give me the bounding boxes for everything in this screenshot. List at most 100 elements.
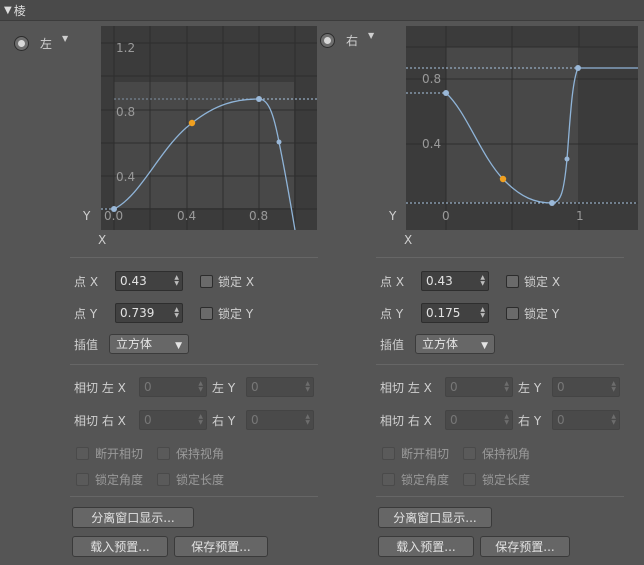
left-ytick: 0.8 [116, 105, 135, 119]
left-tangent-right-x-input[interactable]: 0 ▲ ▼ [139, 410, 207, 430]
chevron-down-icon: ▼ [481, 341, 488, 351]
right-ytick: 0.8 [422, 72, 441, 86]
right-tangent-right-x-label: 相切 右 X [380, 414, 432, 428]
right-tangent-right-x-input[interactable]: 0 ▲ ▼ [445, 410, 513, 430]
right-divider [376, 364, 624, 365]
right-interp-label: 插值 [380, 338, 405, 352]
left-tangent-left-x-input[interactable]: 0 ▲ ▼ [139, 377, 207, 397]
left-keep-view-checkbox[interactable] [157, 447, 170, 460]
right-lock-y-label: 锁定 Y [524, 307, 560, 321]
left-left-y-input[interactable]: 0 ▲ ▼ [246, 377, 314, 397]
left-xtick: 0.8 [249, 209, 268, 223]
right-lock-length-label: 锁定长度 [482, 473, 531, 487]
left-xtick: 0.4 [177, 209, 196, 223]
left-ytick: 0.4 [116, 170, 135, 184]
left-break-tangent-label: 断开相切 [95, 447, 144, 461]
chevron-down-icon: ▼ [175, 341, 182, 351]
left-lock-angle-checkbox[interactable] [76, 473, 89, 486]
left-menu-triangle-icon[interactable]: ▼ [62, 34, 68, 43]
right-menu-triangle-icon[interactable]: ▼ [368, 31, 374, 40]
right-divider [376, 257, 624, 258]
right-lock-angle-checkbox[interactable] [382, 473, 395, 486]
left-divider [70, 496, 318, 497]
right-lock-angle-label: 锁定角度 [401, 473, 450, 487]
left-tangent-handle[interactable] [276, 139, 282, 145]
left-ytick: 1.2 [116, 41, 135, 55]
section-title: 棱 [13, 3, 26, 18]
right-tangent-handle[interactable] [564, 156, 570, 162]
left-xtick: 0.0 [104, 209, 123, 223]
right-point-y-input[interactable]: 0.175 ▲ ▼ [421, 303, 489, 323]
right-keep-view-label: 保持视角 [482, 447, 531, 461]
right-left-y-input[interactable]: 0 ▲ ▼ [552, 377, 620, 397]
left-curve-point-peak[interactable] [256, 96, 262, 102]
right-lock-length-checkbox[interactable] [463, 473, 476, 486]
right-load-preset-button[interactable]: 载入预置... [378, 536, 474, 557]
right-lock-x-label: 锁定 X [524, 275, 561, 289]
right-point-y-label: 点 Y [380, 307, 404, 321]
left-point-x-label: 点 X [74, 275, 99, 289]
right-radio-button[interactable] [320, 33, 335, 48]
right-title: 右 [346, 34, 359, 48]
left-interp-dropdown[interactable]: 立方体 ▼ [109, 334, 189, 354]
left-right-y-input[interactable]: 0 ▲ ▼ [246, 410, 314, 430]
right-curve-point-selected[interactable] [499, 175, 507, 183]
right-axis-y-label: Y [389, 209, 397, 223]
right-curve-point-start[interactable] [443, 90, 449, 96]
right-curve-panel: 右 ▼ 0.8 0.4 0 1 Y X 点 X 0.43 ▲ ▼ 锁定 X 点 Y [306, 22, 638, 565]
left-right-y-label: 右 Y [212, 414, 236, 428]
right-tangent-left-x-input[interactable]: 0 ▲ ▼ [445, 377, 513, 397]
left-lock-x-checkbox[interactable] [200, 275, 213, 288]
right-right-y-input[interactable]: 0 ▲ ▼ [552, 410, 620, 430]
left-divider [70, 364, 318, 365]
left-lock-y-label: 锁定 Y [218, 307, 254, 321]
right-detach-window-button[interactable]: 分离窗口显示... [378, 507, 492, 528]
left-load-preset-button[interactable]: 载入预置... [72, 536, 168, 557]
left-radio-button[interactable] [14, 36, 29, 51]
left-point-y-input[interactable]: 0.739 ▲ ▼ [115, 303, 183, 323]
left-lock-y-checkbox[interactable] [200, 307, 213, 320]
right-interp-dropdown[interactable]: 立方体 ▼ [415, 334, 495, 354]
left-divider [70, 257, 318, 258]
left-break-tangent-checkbox[interactable] [76, 447, 89, 460]
right-left-y-label: 左 Y [518, 381, 542, 395]
right-point-x-label: 点 X [380, 275, 405, 289]
collapse-triangle-icon[interactable]: ▼ [4, 5, 12, 16]
right-keep-view-checkbox[interactable] [463, 447, 476, 460]
left-curve-graph[interactable]: 1.2 0.8 0.4 0.0 0.4 0.8 [101, 26, 317, 230]
right-right-y-label: 右 Y [518, 414, 542, 428]
left-axis-y-label: Y [83, 209, 91, 223]
right-curve-graph[interactable]: 0.8 0.4 0 1 [406, 26, 638, 230]
left-tangent-right-x-label: 相切 右 X [74, 414, 126, 428]
right-break-tangent-checkbox[interactable] [382, 447, 395, 460]
right-curve-point-min[interactable] [549, 200, 555, 206]
right-curve-point-end[interactable] [575, 65, 581, 71]
section-header-edge[interactable]: ▼ 棱 [0, 0, 644, 21]
left-left-y-label: 左 Y [212, 381, 236, 395]
left-interp-label: 插值 [74, 338, 99, 352]
right-axis-x-label: X [404, 233, 413, 247]
right-save-preset-button[interactable]: 保存预置... [480, 536, 570, 557]
left-title: 左 [40, 37, 53, 51]
right-lock-x-checkbox[interactable] [506, 275, 519, 288]
left-lock-length-checkbox[interactable] [157, 473, 170, 486]
left-keep-view-label: 保持视角 [176, 447, 225, 461]
left-lock-length-label: 锁定长度 [176, 473, 225, 487]
left-tangent-left-x-label: 相切 左 X [74, 381, 126, 395]
left-point-y-label: 点 Y [74, 307, 98, 321]
left-lock-angle-label: 锁定角度 [95, 473, 144, 487]
left-point-x-input[interactable]: 0.43 ▲ ▼ [115, 271, 183, 291]
right-point-x-input[interactable]: 0.43 ▲ ▼ [421, 271, 489, 291]
right-lock-y-checkbox[interactable] [506, 307, 519, 320]
right-divider [376, 496, 624, 497]
right-tangent-left-x-label: 相切 左 X [380, 381, 432, 395]
left-curve-point-selected[interactable] [188, 119, 196, 127]
left-curve-panel: 左 ▼ 1.2 0.8 0.4 0.0 0.4 0.8 Y X 点 X 0.43… [0, 22, 322, 565]
left-detach-window-button[interactable]: 分离窗口显示... [72, 507, 194, 528]
left-save-preset-button[interactable]: 保存预置... [174, 536, 268, 557]
right-ytick: 0.4 [422, 137, 441, 151]
right-break-tangent-label: 断开相切 [401, 447, 450, 461]
right-xtick: 0 [442, 209, 450, 223]
left-axis-x-label: X [98, 233, 107, 247]
right-xtick: 1 [576, 209, 584, 223]
